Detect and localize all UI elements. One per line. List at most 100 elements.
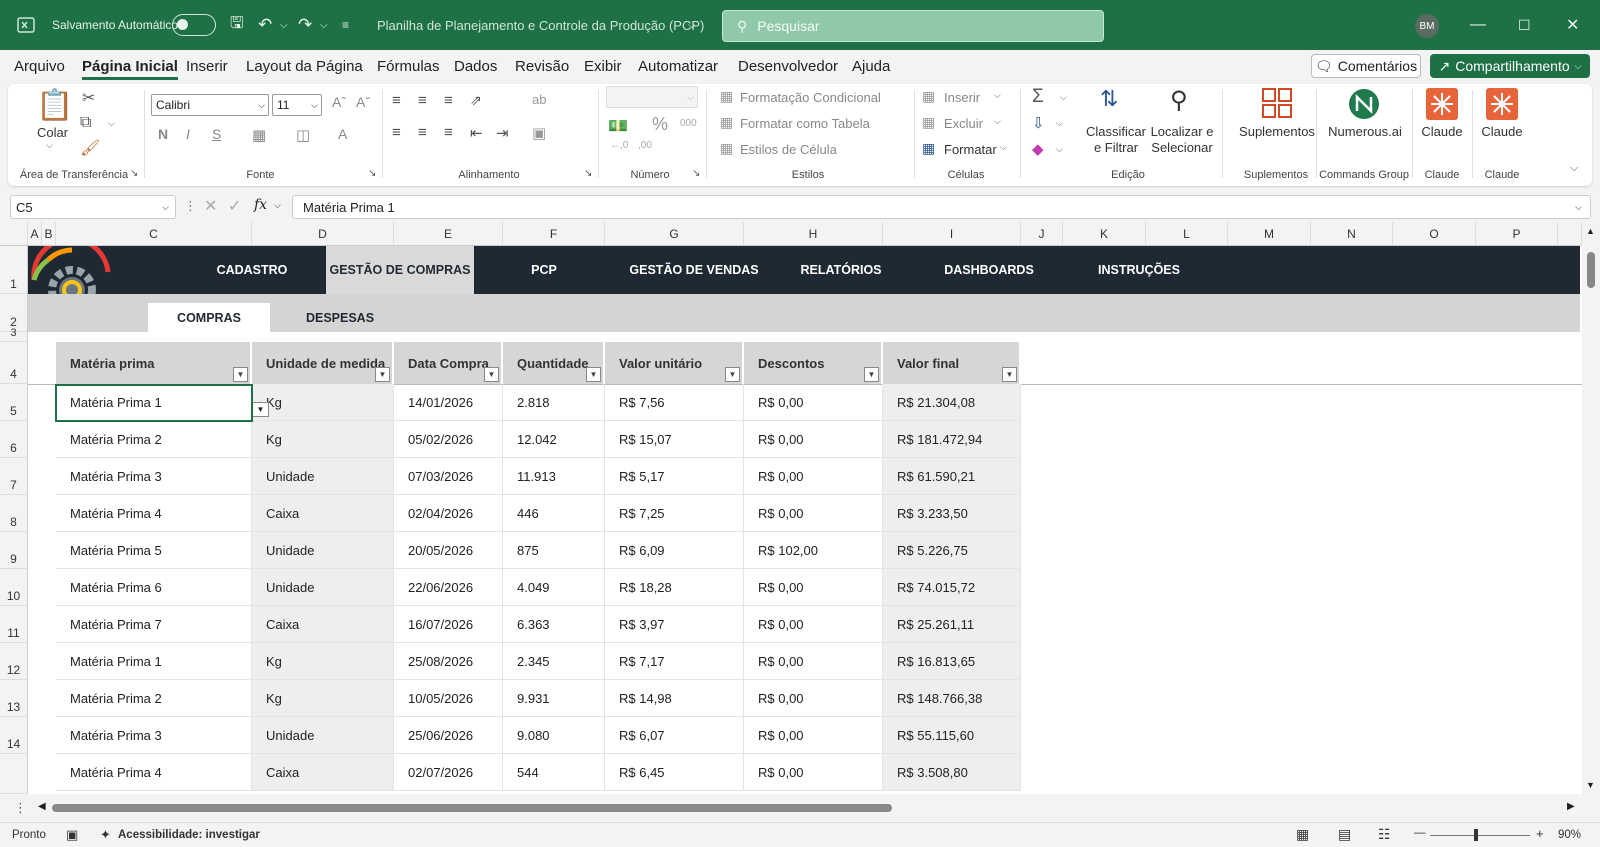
col-header-i[interactable]: I bbox=[883, 222, 1021, 246]
find-select-button[interactable]: Localizar e Selecionar bbox=[1144, 124, 1220, 156]
row-header-6[interactable]: 6 bbox=[0, 421, 28, 458]
orientation-icon[interactable]: ⇗ bbox=[470, 92, 482, 109]
table-cell[interactable]: R$ 3,97 bbox=[605, 606, 744, 643]
col-header-b[interactable]: B bbox=[42, 222, 56, 246]
avatar[interactable]: BM bbox=[1415, 14, 1439, 38]
percent-icon[interactable]: % bbox=[652, 114, 668, 135]
table-cell[interactable]: 10/05/2026 bbox=[394, 680, 503, 717]
row-header-10[interactable]: 10 bbox=[0, 569, 28, 606]
nav-tab-cadastro[interactable]: CADASTRO bbox=[198, 246, 306, 294]
row-header-14[interactable]: 14 bbox=[0, 717, 28, 754]
table-cell[interactable]: R$ 0,00 bbox=[744, 421, 883, 458]
menu-automatizar[interactable]: Automatizar bbox=[638, 58, 718, 75]
align-middle-icon[interactable]: ≡ bbox=[418, 92, 427, 109]
col-header-p[interactable]: P bbox=[1476, 222, 1558, 246]
undo-dropdown-icon[interactable]: ⌵ bbox=[280, 0, 288, 50]
table-cell[interactable]: R$ 5,17 bbox=[605, 458, 744, 495]
font-size-combo[interactable]: 11 ⌵ bbox=[272, 94, 322, 116]
menu-revisao[interactable]: Revisão bbox=[515, 58, 569, 75]
col-header-l[interactable]: L bbox=[1146, 222, 1228, 246]
paste-icon[interactable]: 📋 bbox=[36, 88, 73, 123]
row-header-13[interactable]: 13 bbox=[0, 680, 28, 717]
table-cell[interactable]: R$ 148.766,38 bbox=[883, 680, 1021, 717]
table-cell[interactable]: R$ 74.015,72 bbox=[883, 569, 1021, 606]
table-cell[interactable]: R$ 0,00 bbox=[744, 643, 883, 680]
customize-toolbar-icon[interactable]: ≡ bbox=[342, 0, 349, 50]
name-box[interactable]: C5 ⌵ bbox=[10, 195, 176, 219]
fill-color-icon[interactable]: ◫ bbox=[296, 126, 310, 144]
align-top-icon[interactable]: ≡ bbox=[392, 92, 401, 109]
italic-icon[interactable]: I bbox=[186, 126, 190, 142]
zoom-slider[interactable] bbox=[1430, 835, 1530, 836]
chevron-down-icon[interactable]: ⌵ bbox=[1056, 118, 1063, 129]
filter-dropdown-icon[interactable]: ▼ bbox=[725, 367, 740, 382]
menu-exibir[interactable]: Exibir bbox=[584, 58, 622, 75]
table-cell[interactable]: Unidade bbox=[252, 569, 394, 606]
table-cell[interactable]: Matéria Prima 2 bbox=[56, 680, 252, 717]
delete-cells-button[interactable]: Excluir bbox=[944, 116, 983, 131]
merge-icon[interactable]: ▣ bbox=[532, 124, 546, 142]
table-cell[interactable]: 05/02/2026 bbox=[394, 421, 503, 458]
chevron-down-icon[interactable]: ⌵ bbox=[1056, 144, 1063, 155]
sort-filter-button[interactable]: Classificar e Filtrar bbox=[1082, 124, 1150, 156]
sub-tab-despesas[interactable]: DESPESAS bbox=[278, 303, 402, 332]
table-cell[interactable]: R$ 55.115,60 bbox=[883, 717, 1021, 754]
menu-desenvolvedor[interactable]: Desenvolvedor bbox=[738, 58, 838, 75]
col-header-g[interactable]: G bbox=[605, 222, 744, 246]
comma-style-icon[interactable]: 000 bbox=[680, 118, 697, 129]
document-title[interactable]: Planilha de Planejamento e Controle da P… bbox=[377, 0, 704, 50]
confirm-icon[interactable]: ✓ bbox=[228, 196, 241, 216]
increase-font-icon[interactable]: Aˆ bbox=[332, 94, 346, 110]
menu-arquivo[interactable]: Arquivo bbox=[14, 58, 65, 75]
indent-decrease-icon[interactable]: ⇤ bbox=[470, 124, 483, 142]
table-cell[interactable]: Matéria Prima 5 bbox=[56, 532, 252, 569]
validation-dropdown-icon[interactable]: ▼ bbox=[252, 402, 269, 417]
table-cell[interactable]: Matéria Prima 3 bbox=[56, 458, 252, 495]
table-cell[interactable]: R$ 0,00 bbox=[744, 458, 883, 495]
sub-tab-compras[interactable]: COMPRAS bbox=[148, 303, 270, 332]
maximize-icon[interactable]: ☐ bbox=[1518, 0, 1531, 50]
col-header-k[interactable]: K bbox=[1063, 222, 1146, 246]
table-cell[interactable]: 02/04/2026 bbox=[394, 495, 503, 532]
font-color-icon[interactable]: A bbox=[338, 126, 347, 142]
row-header-4[interactable]: 4 bbox=[0, 342, 28, 384]
format-as-table-button[interactable]: Formatar como Tabela bbox=[740, 116, 870, 131]
col-header-o[interactable]: O bbox=[1393, 222, 1476, 246]
table-cell[interactable]: 14/01/2026 bbox=[394, 384, 503, 421]
menu-layout[interactable]: Layout da Página bbox=[246, 58, 363, 75]
vertical-scrollbar[interactable]: ▲ ▼ bbox=[1582, 222, 1600, 794]
scroll-right-icon[interactable]: ▶ bbox=[1567, 801, 1575, 812]
vertical-scroll-thumb[interactable] bbox=[1587, 252, 1595, 288]
table-cell[interactable]: Matéria Prima 4 bbox=[56, 754, 252, 791]
underline-icon[interactable]: S bbox=[212, 126, 221, 142]
bold-icon[interactable]: N bbox=[158, 126, 168, 142]
table-cell[interactable]: 22/06/2026 bbox=[394, 569, 503, 606]
table-cell[interactable]: R$ 3.233,50 bbox=[883, 495, 1021, 532]
table-cell[interactable]: Matéria Prima 4 bbox=[56, 495, 252, 532]
col-header-c[interactable]: C bbox=[56, 222, 252, 246]
zoom-in-icon[interactable]: + bbox=[1536, 826, 1544, 841]
accessibility-status[interactable]: Acessibilidade: investigar bbox=[118, 829, 260, 841]
nav-tab-dashboards[interactable]: DASHBOARDS bbox=[928, 246, 1050, 294]
table-cell[interactable]: Matéria Prima 7 bbox=[56, 606, 252, 643]
align-right-icon[interactable]: ≡ bbox=[444, 124, 453, 141]
align-center-icon[interactable]: ≡ bbox=[418, 124, 427, 141]
table-cell[interactable]: Matéria Prima 3 bbox=[56, 717, 252, 754]
table-cell[interactable]: R$ 181.472,94 bbox=[883, 421, 1021, 458]
indent-increase-icon[interactable]: ⇥ bbox=[496, 124, 509, 142]
claude-button-1[interactable]: Claude bbox=[1416, 124, 1468, 139]
table-cell[interactable]: 4.049 bbox=[503, 569, 605, 606]
filter-dropdown-icon[interactable]: ▼ bbox=[375, 367, 390, 382]
clear-icon[interactable]: ◆ bbox=[1032, 140, 1044, 158]
zoom-level[interactable]: 90% bbox=[1558, 829, 1581, 841]
table-cell[interactable]: Matéria Prima 1 bbox=[56, 384, 252, 421]
horizontal-scroll-thumb[interactable] bbox=[52, 804, 892, 812]
row-header-1[interactable]: 1 bbox=[0, 246, 28, 294]
table-cell[interactable]: 544 bbox=[503, 754, 605, 791]
claude-button-2[interactable]: Claude bbox=[1476, 124, 1528, 139]
search-box[interactable]: ⚲ Pesquisar bbox=[722, 10, 1104, 42]
row-header-5[interactable]: 5 bbox=[0, 384, 28, 421]
menu-ajuda[interactable]: Ajuda bbox=[852, 58, 890, 75]
col-header-f[interactable]: F bbox=[503, 222, 605, 246]
table-cell[interactable]: R$ 18,28 bbox=[605, 569, 744, 606]
